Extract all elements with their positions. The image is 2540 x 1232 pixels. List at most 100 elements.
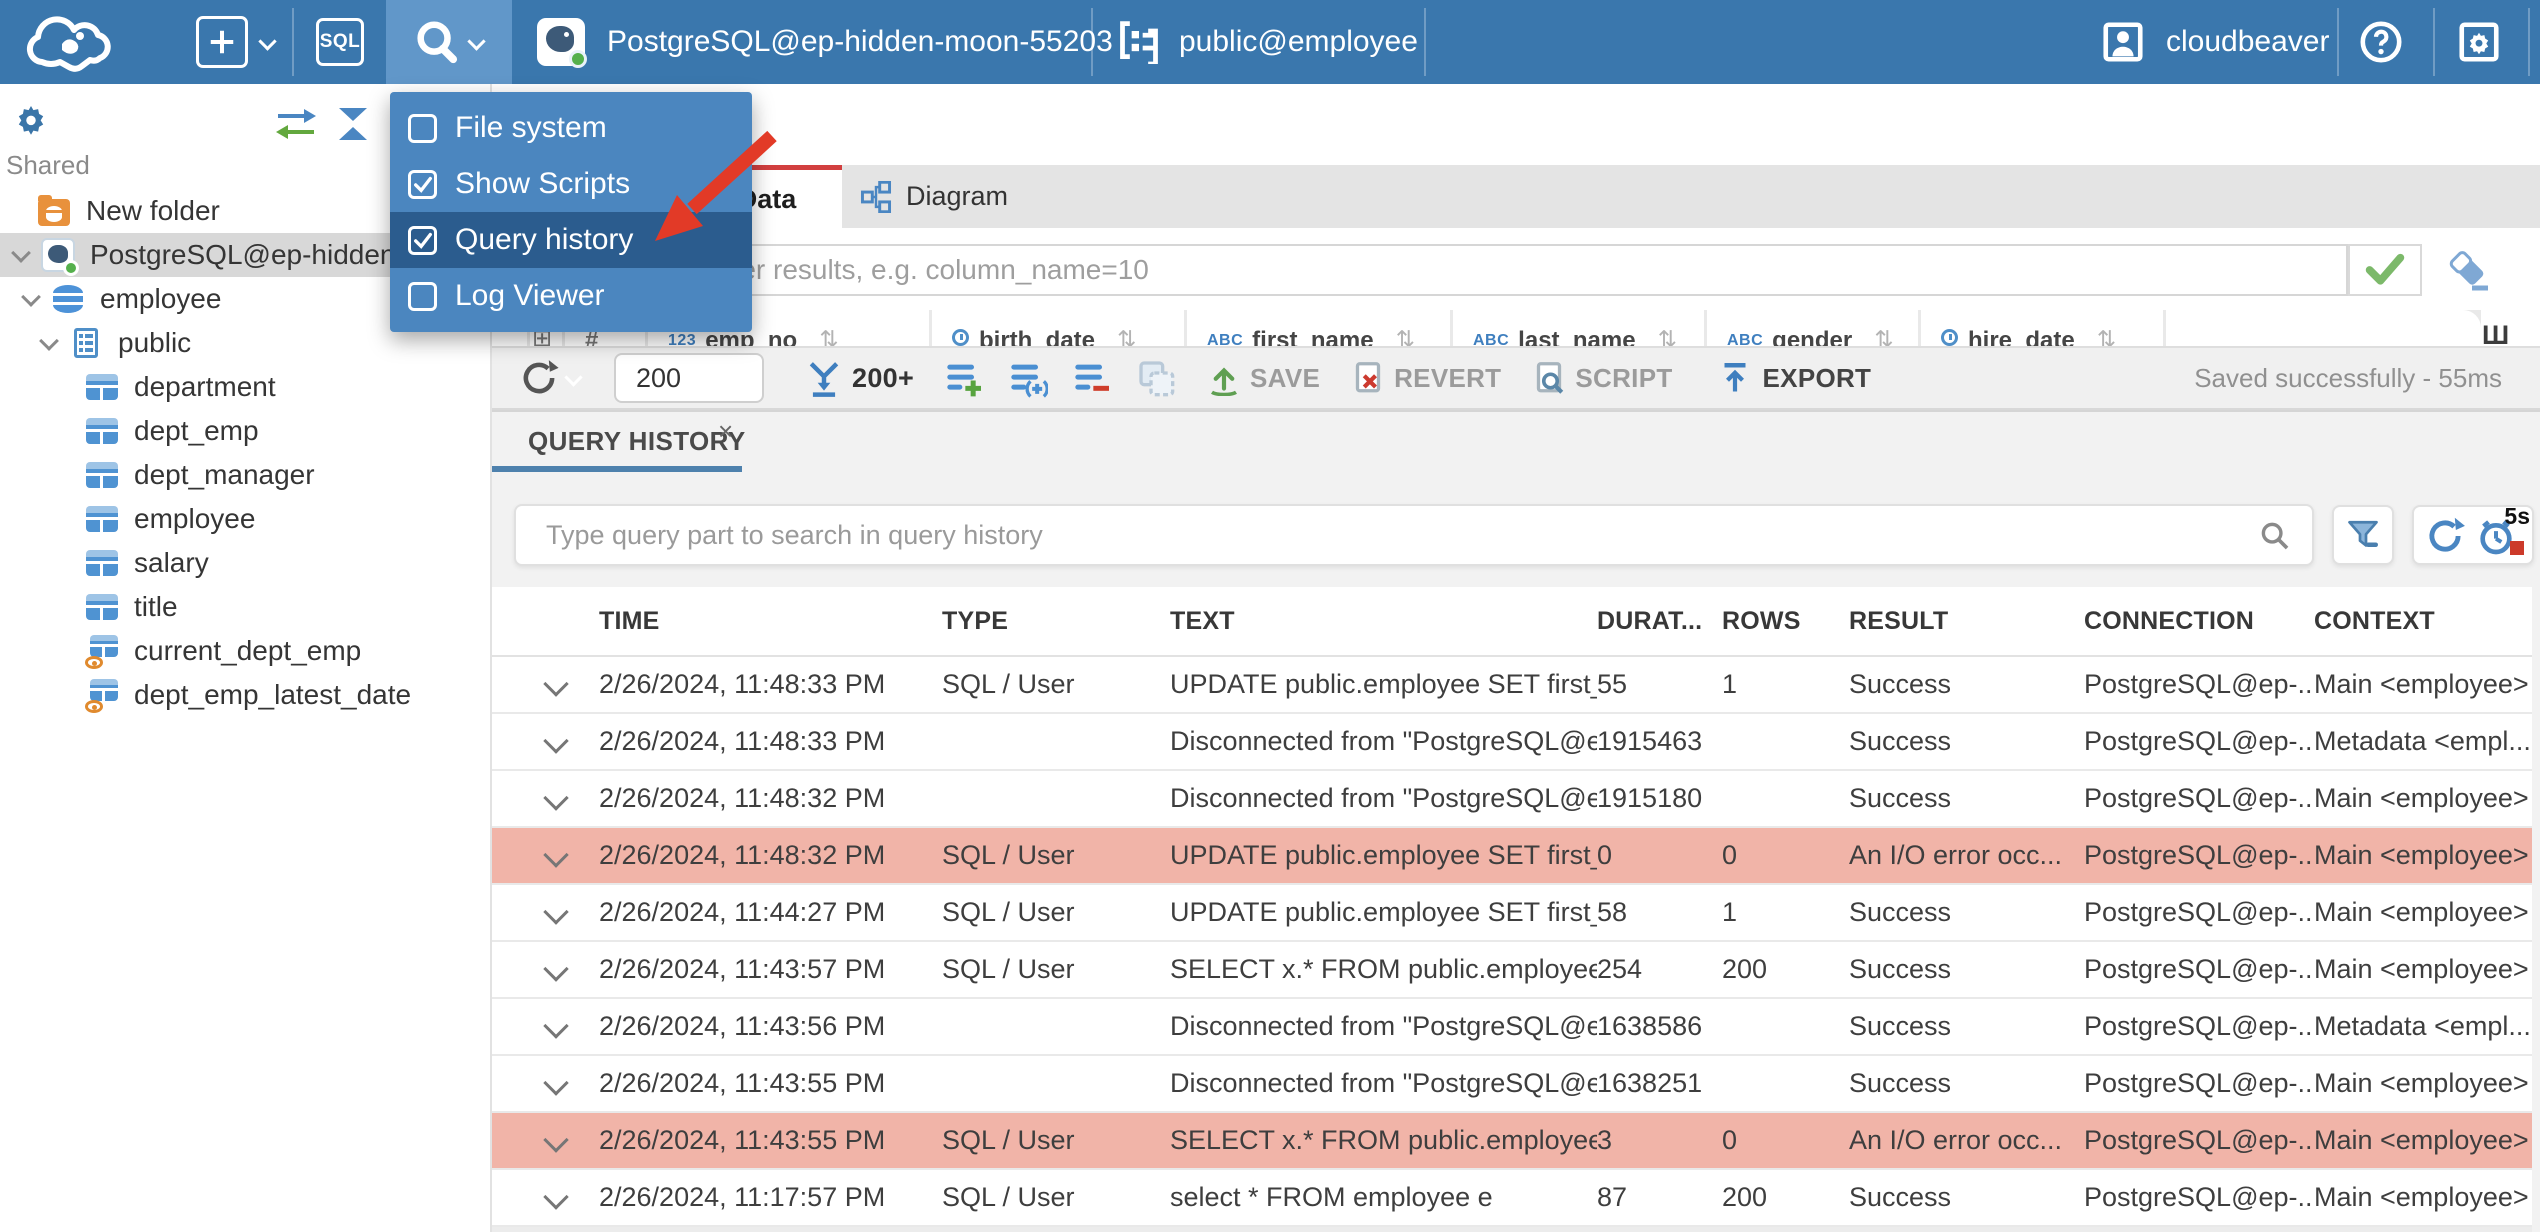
query-history-tab[interactable]: QUERY HISTORY [528, 426, 746, 457]
expand-row-icon[interactable] [542, 1012, 572, 1042]
query-history-row[interactable]: 2/26/2024, 11:48:33 PM Disconnected from … [492, 714, 2532, 771]
cell-context: Metadata <empl... [2314, 726, 2531, 756]
filter-expression-input[interactable] [510, 244, 2348, 296]
expand-row-icon[interactable] [542, 1183, 572, 1213]
query-history-row[interactable]: 2/26/2024, 11:48:32 PM SQL / User UPDATE p… [492, 828, 2532, 885]
row-limit-input[interactable] [614, 353, 764, 403]
chevron-expanded-icon[interactable] [6, 240, 36, 270]
menu-item-show-scripts[interactable]: Show Scripts [390, 156, 752, 212]
cloudbeaver-app: SQL PostgreSQL@ep-hidden-moon-55203 publ… [0, 0, 2540, 1232]
postgresql-icon [537, 18, 587, 68]
fetch-more-button[interactable] [804, 359, 844, 397]
duplicate-row-button[interactable] [1008, 358, 1049, 398]
tools-menu-button[interactable] [386, 0, 512, 84]
fetch-more-label[interactable]: 200+ [852, 363, 914, 394]
script-button[interactable]: SCRIPT [1575, 363, 1672, 394]
filter-funnel-icon [2348, 520, 2378, 547]
query-history-row[interactable]: 2/26/2024, 11:48:32 PM Disconnected from … [492, 771, 2532, 828]
menu-item-query-history[interactable]: Query history [390, 212, 752, 268]
column-header-context[interactable]: CONTEXT [2314, 607, 2532, 636]
column-header-result[interactable]: RESULT [1849, 607, 2084, 636]
sidebar-settings-button[interactable] [12, 102, 50, 145]
divider [2528, 8, 2530, 76]
grid-column-header-birth-date[interactable]: birth_date ⇅ [932, 310, 1184, 346]
add-row-button[interactable] [944, 358, 984, 398]
connection-selector[interactable]: PostgreSQL@ep-hidden-moon-55203 [537, 18, 1113, 68]
column-header-rows[interactable]: ROWS [1722, 607, 1849, 636]
scrollbar-track[interactable] [492, 1227, 2532, 1232]
expand-row-icon[interactable] [542, 727, 572, 757]
expand-row-icon[interactable] [542, 1069, 572, 1099]
settings-button[interactable] [2456, 19, 2502, 65]
schema-selector[interactable]: public@employee [1117, 20, 1418, 64]
stop-indicator [2510, 541, 2524, 555]
cell-duration: 3 [1597, 1125, 1613, 1155]
expand-row-icon[interactable] [542, 670, 572, 700]
export-button[interactable]: EXPORT [1763, 363, 1872, 394]
query-history-row[interactable]: 2/26/2024, 11:43:55 PM Disconnected from … [492, 1056, 2532, 1113]
tree-item-department[interactable]: department [0, 365, 490, 409]
menu-item-label: Show Scripts [455, 167, 631, 200]
tab-diagram[interactable]: Diagram [842, 165, 1038, 228]
query-history-row[interactable]: 2/26/2024, 11:43:57 PM SQL / User SELECT x… [492, 942, 2532, 999]
revert-button[interactable]: REVERT [1394, 363, 1501, 394]
menu-item-file-system[interactable]: File system [390, 100, 752, 156]
query-history-filter-button[interactable] [2332, 505, 2394, 565]
column-header-time[interactable]: TIME [599, 607, 942, 636]
apply-filter-button[interactable] [2348, 244, 2422, 296]
tree-item-dept-emp[interactable]: dept_emp [0, 409, 490, 453]
cell-rows: 1 [1722, 669, 1738, 699]
tree-item-dept-manager[interactable]: dept_manager [0, 453, 490, 497]
tree-item-title[interactable]: title [0, 585, 490, 629]
query-history-row[interactable]: 2/26/2024, 11:17:57 PM SQL / User select *… [492, 1170, 2532, 1227]
sql-editor-button[interactable]: SQL [316, 18, 364, 66]
query-history-row[interactable]: 2/26/2024, 11:44:27 PM SQL / User UPDATE p… [492, 885, 2532, 942]
query-history-row[interactable]: 2/26/2024, 11:43:56 PM Disconnected from … [492, 999, 2532, 1056]
grid-column-header-hire-date[interactable]: hire_date ⇅ [1921, 310, 2163, 346]
expand-row-icon[interactable] [542, 784, 572, 814]
expand-row-icon[interactable] [542, 955, 572, 985]
grid-column-header-gender[interactable]: ABC gender ⇅ [1707, 310, 1918, 346]
refresh-history-button[interactable] [2424, 515, 2466, 562]
cell-text: Disconnected from "PostgreSQL@e... [1170, 783, 1597, 813]
fetch-down-icon [809, 362, 839, 397]
menu-item-log-viewer[interactable]: Log Viewer [390, 268, 752, 324]
save-button[interactable]: SAVE [1250, 363, 1320, 394]
column-header-connection[interactable]: CONNECTION [2084, 607, 2314, 636]
column-header-text[interactable]: TEXT [1170, 607, 1597, 636]
column-header-durat[interactable]: DURAT... [1597, 607, 1722, 636]
cell-result: Success [1849, 726, 1952, 756]
tree-item-dept-emp-latest-date[interactable]: dept_emp_latest_date [0, 673, 490, 717]
query-history-row[interactable]: 2/26/2024, 11:48:33 PM SQL / User UPDATE p… [492, 657, 2532, 714]
cell-context: Main <employee> [2314, 1125, 2529, 1155]
grid-column-header-last-name[interactable]: ABC last_name ⇅ [1453, 310, 1704, 346]
timer-interval-badge: 5s [2504, 503, 2530, 529]
tree-item-current-dept-emp[interactable]: current_dept_emp [0, 629, 490, 673]
cloudbeaver-logo-icon[interactable] [24, 10, 118, 74]
column-header-type[interactable]: TYPE [942, 607, 1170, 636]
chevron-expanded-icon[interactable] [34, 328, 64, 358]
grouping-icon [1139, 361, 1175, 397]
grouping-panel-button[interactable] [1136, 358, 1176, 398]
chevron-expanded-icon[interactable] [16, 284, 46, 314]
clear-filter-button[interactable] [2444, 246, 2496, 294]
tree-item-label: New folder [86, 195, 220, 226]
cell-result: Success [1849, 783, 1952, 813]
tree-item-salary[interactable]: salary [0, 541, 490, 585]
close-icon[interactable]: × [718, 416, 733, 447]
expand-row-icon[interactable] [542, 841, 572, 871]
new-connection-button[interactable] [196, 16, 276, 68]
collapse-all-button[interactable] [332, 106, 374, 147]
delete-row-button[interactable] [1072, 358, 1112, 398]
query-history-search-input[interactable] [514, 504, 2314, 566]
query-history-row[interactable]: 2/26/2024, 11:43:55 PM SQL / User SELECT x… [492, 1113, 2532, 1170]
user-menu[interactable]: cloudbeaver [2100, 19, 2329, 65]
expand-row-icon[interactable] [542, 1126, 572, 1156]
refresh-button[interactable] [518, 357, 560, 399]
help-button[interactable] [2358, 19, 2404, 65]
grid-column-header-first-name[interactable]: ABC first_name ⇅ [1187, 310, 1450, 346]
cell-time: 2/26/2024, 11:48:33 PM [599, 669, 886, 699]
tree-item-employee[interactable]: employee [0, 497, 490, 541]
expand-row-icon[interactable] [542, 898, 572, 928]
sync-navigator-button[interactable] [272, 106, 320, 147]
